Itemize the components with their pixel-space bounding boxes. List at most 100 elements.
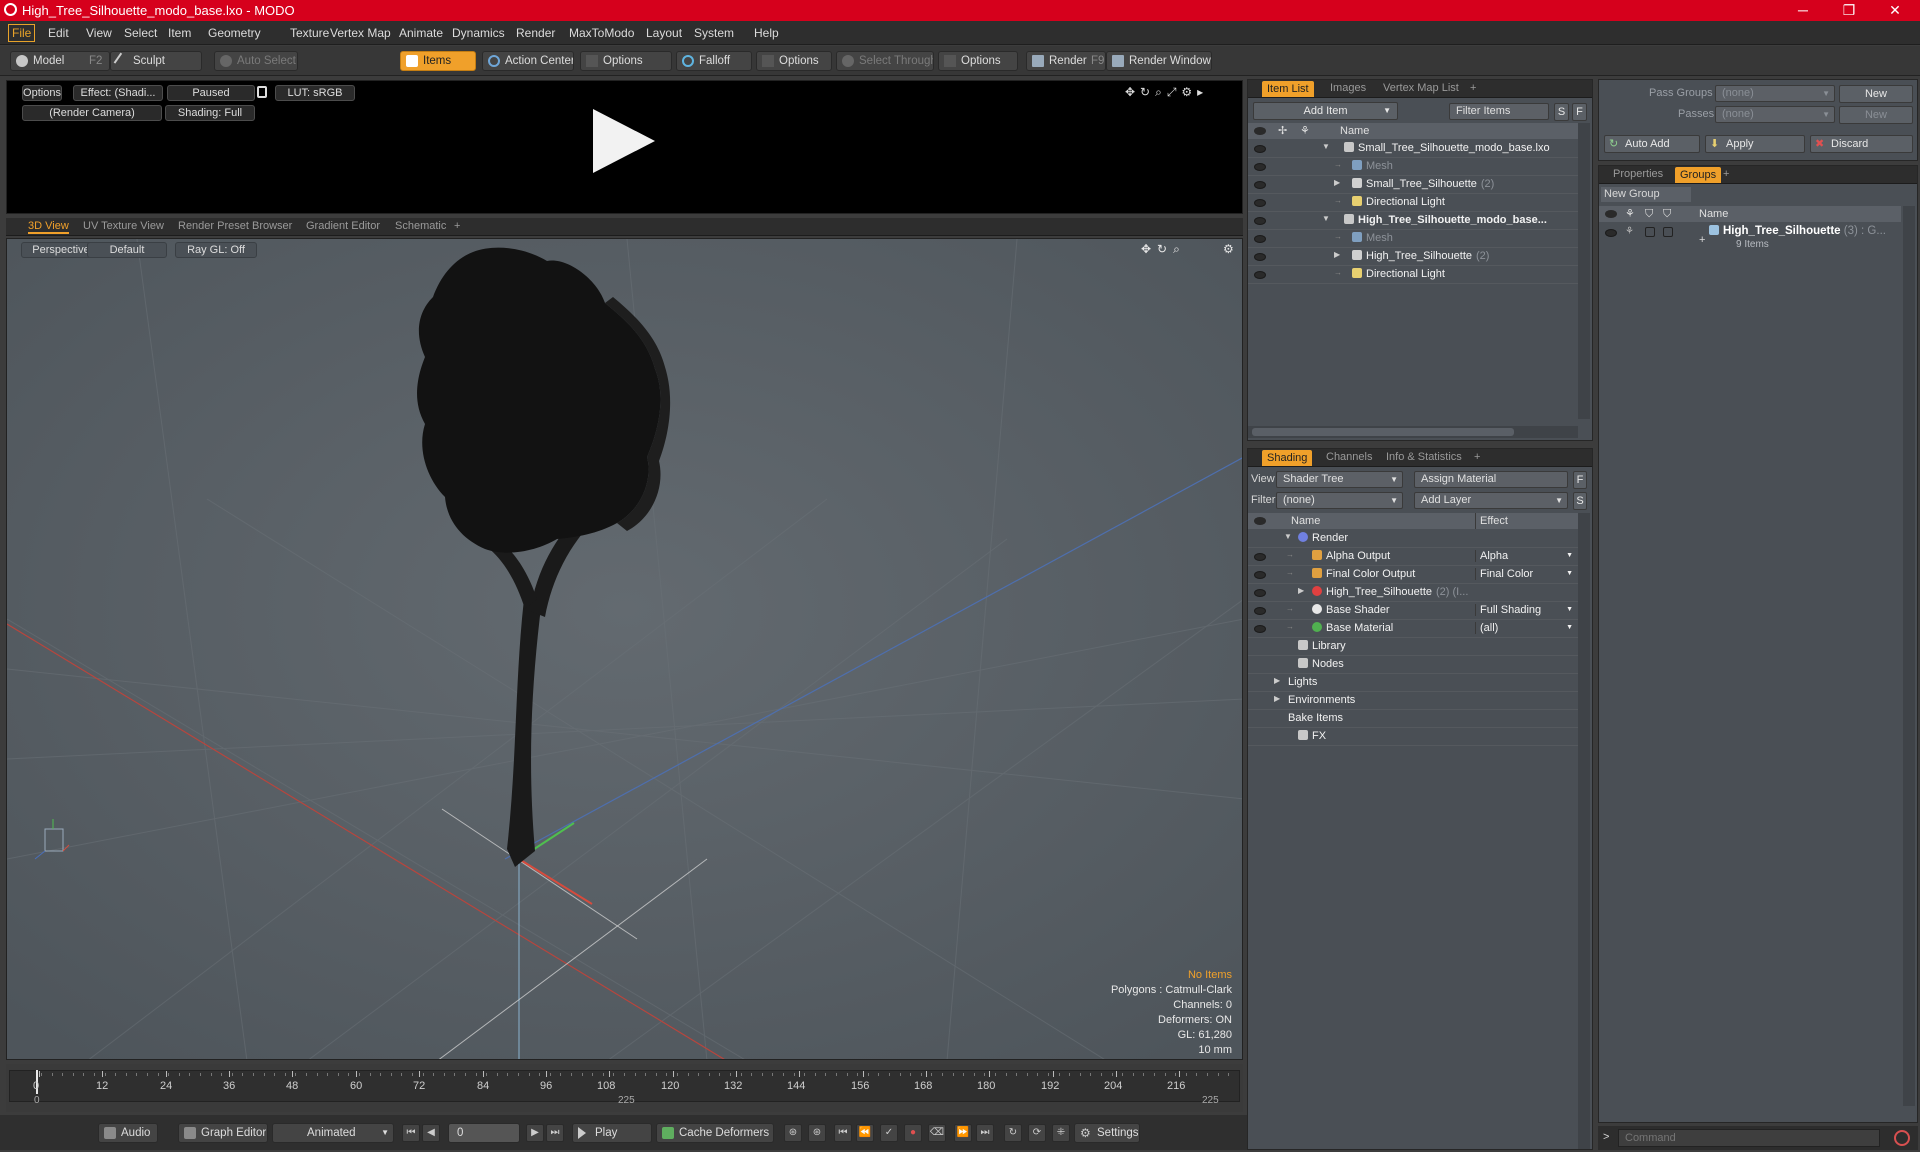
- cache-deformers-button[interactable]: Cache Deformers: [656, 1123, 774, 1143]
- maximize-button[interactable]: ❐: [1826, 0, 1872, 21]
- lock-icon[interactable]: [257, 86, 267, 98]
- tab-vertex-map-list[interactable]: Vertex Map List: [1383, 82, 1459, 94]
- new-pass-group-button[interactable]: New: [1839, 85, 1913, 103]
- effect-dropdown[interactable]: Final Color ▼: [1475, 568, 1575, 580]
- expand-arrow-icon[interactable]: ▼: [1322, 142, 1330, 151]
- s-filter-button[interactable]: S: [1554, 103, 1569, 121]
- shader-row[interactable]: → Base Material (all) ▼: [1248, 620, 1578, 638]
- style-dropdown[interactable]: Default: [87, 242, 167, 258]
- play-icon[interactable]: [593, 109, 655, 173]
- shader-row[interactable]: ▼ Render: [1248, 530, 1578, 548]
- item-row[interactable]: → Directional Light: [1248, 266, 1578, 284]
- item-row[interactable]: ▼ Small_Tree_Silhouette_modo_base.lxo: [1248, 140, 1578, 158]
- item-list-hscrollbar[interactable]: [1248, 426, 1578, 438]
- hscroll-thumb[interactable]: [1252, 428, 1514, 436]
- visibility-eye-icon[interactable]: [1254, 199, 1266, 207]
- render-window-button[interactable]: Render Window: [1106, 51, 1212, 71]
- menu-dynamics[interactable]: Dynamics: [449, 25, 508, 41]
- visibility-eye-icon[interactable]: [1254, 217, 1266, 225]
- paused-button[interactable]: Paused: [167, 85, 255, 101]
- menu-select[interactable]: Select: [121, 25, 160, 41]
- shader-row[interactable]: ▶ Environments: [1248, 692, 1578, 710]
- menu-layout[interactable]: Layout: [643, 25, 685, 41]
- groups-scrollbar[interactable]: [1903, 206, 1915, 1106]
- key-last-icon[interactable]: ⏭: [976, 1124, 994, 1142]
- menu-maxtomodo[interactable]: MaxToModo: [566, 25, 637, 41]
- menu-geometry[interactable]: Geometry: [205, 25, 264, 41]
- assign-material-field[interactable]: Assign Material: [1414, 471, 1568, 488]
- menu-vertex-map[interactable]: Vertex Map: [327, 25, 394, 41]
- timeline[interactable]: 0 12 24 36 48 60 72 84 96 108 120 132 144 156 168 180 19…: [6, 1064, 1243, 1112]
- key-first-icon[interactable]: ⏮: [834, 1124, 852, 1142]
- visibility-eye-icon[interactable]: [1254, 571, 1266, 579]
- item-row[interactable]: → Mesh: [1248, 230, 1578, 248]
- visibility-eye-icon[interactable]: [1254, 163, 1266, 171]
- shading-dropdown[interactable]: Shading: Full: [165, 105, 255, 121]
- record-icon[interactable]: ●: [904, 1124, 922, 1142]
- expand-arrow-icon[interactable]: ▼: [1322, 214, 1330, 223]
- ray-gl-toggle[interactable]: Ray GL: Off: [175, 242, 257, 258]
- expand-arrow-icon[interactable]: ▶: [1274, 676, 1280, 685]
- visibility-eye-icon[interactable]: [1254, 253, 1266, 261]
- audio-button[interactable]: Audio: [98, 1123, 158, 1143]
- auto-add-button[interactable]: ↻ Auto Add: [1604, 135, 1700, 153]
- menu-animate[interactable]: Animate: [396, 25, 446, 41]
- falloff-options-button[interactable]: Options: [756, 51, 832, 71]
- tab-channels[interactable]: Channels: [1326, 451, 1372, 463]
- item-row[interactable]: ▼ High_Tree_Silhouette_modo_base...: [1248, 212, 1578, 230]
- falloff-button[interactable]: Falloff: [676, 51, 752, 71]
- shader-tree-scrollbar[interactable]: [1578, 513, 1590, 1149]
- item-row[interactable]: ▶ Small_Tree_Silhouette (2): [1248, 176, 1578, 194]
- play-button[interactable]: Play: [572, 1123, 652, 1143]
- 3d-viewport[interactable]: Perspective Default Ray GL: Off ✥↻⌕ ⚙ No…: [6, 238, 1243, 1060]
- menu-help[interactable]: Help: [751, 25, 782, 41]
- tab-schematic[interactable]: Schematic: [395, 220, 446, 232]
- shader-row[interactable]: → Base Shader Full Shading ▼: [1248, 602, 1578, 620]
- add-item-button[interactable]: Add Item ▼: [1253, 102, 1398, 120]
- key-next-icon[interactable]: ⏩: [954, 1124, 972, 1142]
- sync-icon[interactable]: ⟳: [1028, 1124, 1046, 1142]
- previous-key-icon[interactable]: ◀: [422, 1124, 440, 1142]
- key-set-icon[interactable]: ✓: [880, 1124, 898, 1142]
- expand-plus-icon[interactable]: +: [1699, 234, 1705, 246]
- tab-images[interactable]: Images: [1330, 82, 1366, 94]
- visibility-eye-icon[interactable]: [1254, 625, 1266, 633]
- menu-edit[interactable]: Edit: [45, 25, 72, 41]
- render-preview[interactable]: Options Effect: (Shadi... Paused LUT: sR…: [6, 80, 1243, 214]
- tab-add[interactable]: +: [1723, 168, 1729, 180]
- expand-arrow-icon[interactable]: ▼: [1284, 532, 1292, 541]
- visibility-eye-icon[interactable]: [1254, 589, 1266, 597]
- viewport-settings-icon[interactable]: ⚙: [1223, 242, 1234, 256]
- minimize-button[interactable]: ─: [1780, 0, 1826, 21]
- view-dropdown[interactable]: Shader Tree ▼: [1276, 471, 1403, 488]
- menu-texture[interactable]: Texture: [287, 25, 332, 41]
- new-group-button[interactable]: New Group: [1601, 187, 1691, 202]
- apply-button[interactable]: ⬇ Apply: [1705, 135, 1805, 153]
- current-frame-field[interactable]: 0: [448, 1123, 520, 1143]
- pass-groups-dropdown[interactable]: (none) ▼: [1715, 85, 1835, 102]
- visibility-eye-icon[interactable]: [1254, 607, 1266, 615]
- go-to-start-icon[interactable]: ⏮: [402, 1124, 420, 1142]
- key-auto-icon[interactable]: ⊛: [784, 1124, 802, 1142]
- viewport-nav-icons[interactable]: ✥↻⌕: [1141, 242, 1221, 258]
- shader-row[interactable]: → Final Color Output Final Color ▼: [1248, 566, 1578, 584]
- tab-groups[interactable]: Groups: [1675, 167, 1722, 183]
- effect-dropdown[interactable]: Alpha ▼: [1475, 550, 1575, 562]
- f-filter-button[interactable]: F: [1572, 103, 1587, 121]
- action-center-button[interactable]: Action Center: [482, 51, 574, 71]
- close-button[interactable]: ✕: [1872, 0, 1918, 21]
- key-prev-icon[interactable]: ⏪: [856, 1124, 874, 1142]
- tab-gradient-editor[interactable]: Gradient Editor: [306, 220, 380, 232]
- menu-view[interactable]: View: [83, 25, 115, 41]
- settings-button[interactable]: ⚙ Settings: [1074, 1123, 1140, 1143]
- passes-dropdown[interactable]: (none) ▼: [1715, 106, 1835, 123]
- group-visibility-icon[interactable]: [1605, 229, 1617, 237]
- group-select-checkbox[interactable]: [1663, 227, 1673, 237]
- effect-dropdown[interactable]: (all) ▼: [1475, 622, 1575, 634]
- shader-row[interactable]: → Alpha Output Alpha ▼: [1248, 548, 1578, 566]
- menu-system[interactable]: System: [691, 25, 737, 41]
- select-through-button[interactable]: Select Through: [836, 51, 934, 71]
- add-layer-dropdown[interactable]: Add Layer ▼: [1414, 492, 1568, 509]
- tab-uv-texture-view[interactable]: UV Texture View: [83, 220, 164, 232]
- tab-render-preset-browser[interactable]: Render Preset Browser: [178, 220, 292, 232]
